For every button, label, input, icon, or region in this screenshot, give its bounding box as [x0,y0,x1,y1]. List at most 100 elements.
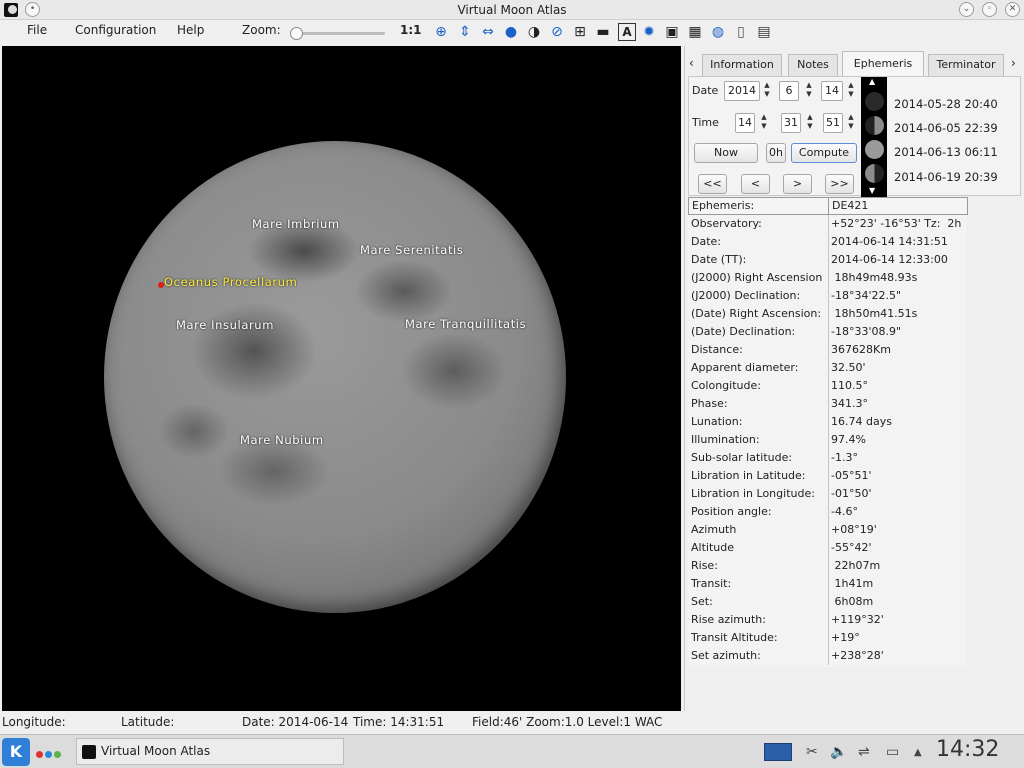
year-stepper[interactable]: ▲ ▼ [762,81,772,101]
label-mare-insularum[interactable]: Mare Insularum [176,318,274,332]
phase-date-first-quarter[interactable]: 2014-06-05 22:39 [894,121,998,135]
ephemeris-header-value: DE421 [828,197,968,215]
grid-icon[interactable]: ⊞ [571,23,589,41]
new-moon-icon[interactable] [865,92,884,111]
label-mare-serenitatis[interactable]: Mare Serenitatis [360,243,463,257]
last-quarter-icon[interactable] [865,164,884,183]
table-row: (J2000) Declination: -18°34'22.5" [688,287,968,305]
tab-ephemeris[interactable]: Ephemeris [842,51,924,77]
flip-vertical-icon[interactable]: ⇕ [456,23,474,41]
phase-scroll-up-icon[interactable]: ▲ [869,77,875,86]
tray-expand-icon[interactable]: ▲ [914,747,922,758]
row-key: Sub-solar latitude: [691,449,829,467]
row-key: Altitude [691,539,829,557]
side-panel: ‹ Information Notes Ephemeris Terminator… [684,46,1022,711]
compute-button[interactable]: Compute [791,143,857,163]
second-stepper[interactable]: ▲ ▼ [846,113,856,133]
hour-input[interactable]: 14 [735,113,755,133]
row-key: Observatory: [691,215,829,233]
minimize-button[interactable]: ⌄ [959,2,974,17]
prev-button[interactable]: < [741,174,770,194]
month-input[interactable]: 6 [779,81,799,101]
next-button[interactable]: > [783,174,812,194]
moon-map-view[interactable]: Mare Imbrium Mare Serenitatis Oceanus Pr… [2,46,681,711]
day-stepper[interactable]: ▲ ▼ [846,81,856,101]
first-button[interactable]: << [698,174,727,194]
globe-icon[interactable]: ● [502,23,520,41]
row-value: 97.4% [831,433,866,446]
task-app-icon [82,745,96,759]
last-button[interactable]: >> [825,174,854,194]
tab-terminator[interactable]: Terminator [928,54,1004,76]
table-row: Colongitude: 110.5° [688,377,968,395]
row-key: Libration in Latitude: [691,467,829,485]
phase-date-last-quarter[interactable]: 2014-06-19 20:39 [894,170,998,184]
phase-scroll-down-icon[interactable]: ▼ [869,186,875,195]
text-icon[interactable]: A [618,23,636,41]
now-button[interactable]: Now [694,143,758,163]
monitor-icon[interactable]: ▭ [886,744,899,760]
zoom-slider-handle[interactable] [290,27,303,40]
hour-stepper[interactable]: ▲ ▼ [759,113,769,133]
tab-notes[interactable]: Notes [788,54,838,76]
row-value: 2014-06-14 14:31:51 [831,235,948,248]
row-key: Lunation: [691,413,829,431]
task-virtual-moon-atlas[interactable]: Virtual Moon Atlas [76,738,344,765]
minute-stepper[interactable]: ▲ ▼ [805,113,815,133]
orbit-icon[interactable]: ⊘ [548,23,566,41]
ephemeris-table: Ephemeris: DE421 Observatory: +52°23' -16… [688,197,968,667]
second-input[interactable]: 51 [823,113,843,133]
status-longitude: Longitude: [2,715,66,729]
calendar-icon[interactable]: ▦ [686,23,704,41]
crosshair-icon[interactable]: ⊕ [432,23,450,41]
row-value: +119°32' [831,613,884,626]
desktop-pager-icon[interactable] [764,743,792,761]
first-quarter-icon[interactable] [865,116,884,135]
tab-information[interactable]: Information [702,54,782,76]
menu-file[interactable]: File [27,23,47,37]
tabs-scroll-right-icon[interactable]: › [1011,56,1016,70]
row-key: Set: [691,593,829,611]
table-row: Azimuth +08°19' [688,521,968,539]
minute-input[interactable]: 31 [781,113,801,133]
zero-hour-button[interactable]: 0h [766,143,786,163]
month-stepper[interactable]: ▲ ▼ [804,81,814,101]
label-mare-tranquillitatis[interactable]: Mare Tranquillitatis [405,317,526,331]
row-key: (J2000) Declination: [691,287,829,305]
phase-date-full[interactable]: 2014-06-13 06:11 [894,145,998,159]
earth-icon[interactable]: ◍ [709,23,727,41]
maximize-button[interactable]: ◦ [982,2,997,17]
document-icon[interactable]: ▯ [732,23,750,41]
settings-icon[interactable]: ✹ [640,23,658,41]
window-icon[interactable]: ▤ [755,23,773,41]
menu-configuration[interactable]: Configuration [75,23,156,37]
kde-menu-icon[interactable]: K [2,738,30,766]
row-key: (J2000) Right Ascension [691,269,829,287]
day-input[interactable]: 14 [821,81,843,101]
phase-date-new[interactable]: 2014-05-28 20:40 [894,97,998,111]
zoom-one-to-one-button[interactable]: 1:1 [400,23,422,37]
taskbar: K Virtual Moon Atlas ✂ 🔈 ⇌ ▭ ▲ 14:32 [0,734,1024,768]
label-mare-imbrium[interactable]: Mare Imbrium [252,217,340,231]
table-row: Transit Altitude: +19° [688,629,968,647]
network-icon[interactable]: ⇌ [858,744,870,760]
year-input[interactable]: 2014 [724,81,760,101]
moon-image[interactable] [104,141,566,613]
date-time-controls: Date 2014 ▲ ▼ 6 ▲ ▼ 14 ▲ ▼ Time 14 ▲ ▼ 31 ▲ ▼… [688,76,1021,197]
phase-icon[interactable]: ◑ [525,23,543,41]
scissors-icon[interactable]: ✂ [806,744,818,760]
table-row: Lunation: 16.74 days [688,413,968,431]
flip-horizontal-icon[interactable]: ⇔ [479,23,497,41]
volume-icon[interactable]: 🔈 [830,744,847,760]
activities-icon[interactable] [36,748,63,761]
label-mare-nubium[interactable]: Mare Nubium [240,433,324,447]
camera-icon[interactable]: ▣ [663,23,681,41]
tabs-scroll-left-icon[interactable]: ‹ [689,56,694,70]
zoom-slider[interactable] [290,27,385,40]
full-moon-icon[interactable] [865,140,884,159]
menu-help[interactable]: Help [177,23,204,37]
label-oceanus-procellarum[interactable]: Oceanus Procellarum [164,275,297,289]
ruler-icon[interactable]: ▬ [594,23,612,41]
clock[interactable]: 14:32 [936,737,999,762]
close-button[interactable]: ✕ [1005,2,1020,17]
